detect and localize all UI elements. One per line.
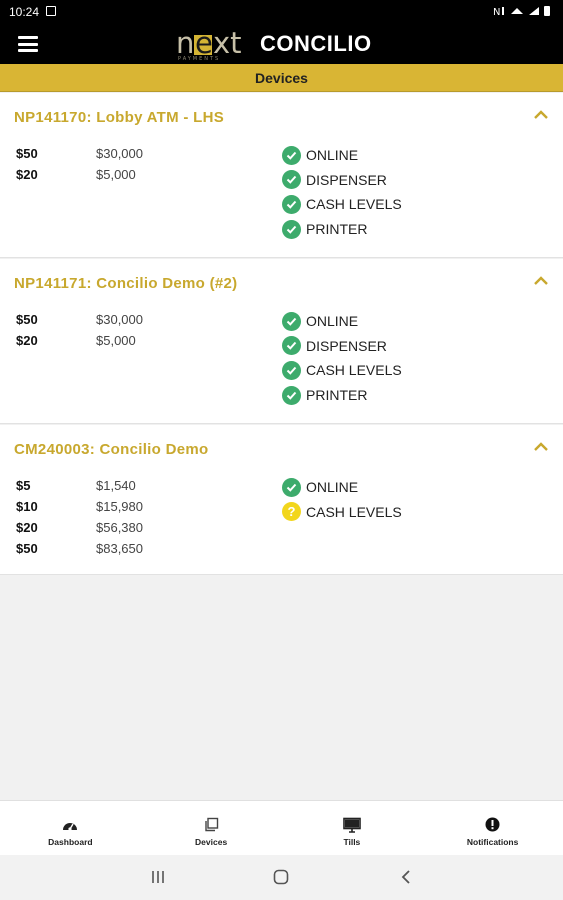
bottom-navigation: Dashboard Devices Tills Notifications <box>0 800 563 855</box>
denomination-row: $20 $5,000 <box>16 333 143 354</box>
nav-tills[interactable]: Tills <box>282 801 423 855</box>
next-logo-icon: n e xt PAYMENTS <box>176 27 242 61</box>
denomination: $20 <box>16 167 38 182</box>
status-row: ONLINE <box>282 309 402 334</box>
status-row: ONLINE <box>282 475 402 500</box>
denomination-row: $5 $1,540 <box>16 478 143 499</box>
status-list: ONLINE DISPENSER CASH LEVELS PRINTER <box>282 143 402 241</box>
amount: $30,000 <box>96 312 143 327</box>
nav-notifications[interactable]: Notifications <box>422 801 563 855</box>
status-label: ONLINE <box>306 479 359 496</box>
device-title: NP141171: Concilio Demo (#2) <box>14 275 238 292</box>
status-row: ? CASH LEVELS <box>282 500 402 525</box>
image-notification-icon <box>46 6 56 16</box>
status-row: CASH LEVELS <box>282 192 402 217</box>
check-circle-icon <box>282 477 301 497</box>
status-label: PRINTER <box>306 387 368 404</box>
page-title: Devices <box>0 64 563 92</box>
home-button[interactable] <box>273 869 289 890</box>
status-row: PRINTER <box>282 383 402 408</box>
app-logo: n e xt PAYMENTS CONCILIO <box>176 26 372 62</box>
amount: $30,000 <box>96 146 143 161</box>
denomination-row: $50 $30,000 <box>16 312 143 333</box>
signal-wifi-battery-icon: N <box>493 6 550 18</box>
amount: $15,980 <box>96 499 143 514</box>
nav-dashboard[interactable]: Dashboard <box>0 801 141 855</box>
system-status-bar: 10:24 N <box>0 0 563 24</box>
check-circle-icon <box>282 219 301 239</box>
amount: $5,000 <box>96 167 136 182</box>
denomination: $5 <box>16 478 31 493</box>
monitor-icon <box>343 816 361 833</box>
nav-devices[interactable]: Devices <box>141 801 282 855</box>
status-label: CASH LEVELS <box>306 503 402 520</box>
status-list: ONLINE ? CASH LEVELS <box>282 475 402 524</box>
check-circle-icon <box>282 311 301 331</box>
nav-label: Devices <box>195 837 228 847</box>
status-label: DISPENSER <box>306 337 387 354</box>
recent-apps-button[interactable] <box>150 869 166 890</box>
amount: $56,380 <box>96 520 143 535</box>
nav-label: Notifications <box>466 837 519 847</box>
denominations-list: $50 $30,000 $20 $5,000 <box>16 312 143 354</box>
denomination-row: $20 $5,000 <box>16 167 143 188</box>
denomination: $20 <box>16 520 38 535</box>
clock: 10:24 <box>9 5 40 19</box>
status-label: PRINTER <box>306 221 368 238</box>
denominations-list: $5 $1,540 $10 $15,980 $20 $56,380 $50 $83,65… <box>16 478 143 562</box>
status-row: CASH LEVELS <box>282 358 402 383</box>
system-navigation-bar <box>0 855 563 900</box>
collapse-chevron-icon[interactable] <box>533 273 549 289</box>
status-label: CASH LEVELS <box>306 196 402 213</box>
hamburger-menu-button[interactable] <box>18 36 38 52</box>
collapse-chevron-icon[interactable] <box>533 107 549 123</box>
denomination-row: $50 $30,000 <box>16 146 143 167</box>
nav-label: Dashboard <box>48 837 93 847</box>
alert-icon <box>485 816 500 833</box>
denomination: $50 <box>16 312 38 327</box>
check-circle-icon <box>282 145 301 165</box>
denomination-row: $20 $56,380 <box>16 520 143 541</box>
denomination-row: $50 $83,650 <box>16 541 143 562</box>
status-label: DISPENSER <box>306 171 387 188</box>
status-label: ONLINE <box>306 147 359 164</box>
app-bar: n e xt PAYMENTS CONCILIO <box>0 24 563 64</box>
status-label: CASH LEVELS <box>306 362 402 379</box>
device-card[interactable]: CM240003: Concilio Demo $5 $1,540 $10 $15,… <box>0 425 563 575</box>
check-circle-icon <box>282 336 301 356</box>
device-title: NP141170: Lobby ATM - LHS <box>14 109 225 126</box>
denomination: $10 <box>16 499 38 514</box>
svg-text:PAYMENTS: PAYMENTS <box>178 56 220 61</box>
status-row: PRINTER <box>282 217 402 242</box>
status-icons: N <box>493 5 553 20</box>
dashboard-icon <box>62 816 78 833</box>
back-button[interactable] <box>398 869 414 890</box>
check-circle-icon <box>282 360 301 380</box>
devices-icon <box>203 816 219 833</box>
amount: $5,000 <box>96 333 136 348</box>
denomination: $50 <box>16 541 38 556</box>
status-row: ONLINE <box>282 143 402 168</box>
check-circle-icon <box>282 170 301 190</box>
device-card[interactable]: NP141170: Lobby ATM - LHS $50 $30,000 $20… <box>0 93 563 258</box>
status-label: ONLINE <box>306 313 359 330</box>
denomination: $20 <box>16 333 38 348</box>
brand-name: CONCILIO <box>260 31 372 56</box>
amount: $1,540 <box>96 478 136 493</box>
denominations-list: $50 $30,000 $20 $5,000 <box>16 146 143 188</box>
check-circle-icon <box>282 194 301 214</box>
collapse-chevron-icon[interactable] <box>533 439 549 455</box>
nav-label: Tills <box>343 837 361 847</box>
question-circle-icon: ? <box>282 502 301 522</box>
check-circle-icon <box>282 385 301 405</box>
amount: $83,650 <box>96 541 143 556</box>
device-title: CM240003: Concilio Demo <box>14 441 209 458</box>
denomination-row: $10 $15,980 <box>16 499 143 520</box>
status-list: ONLINE DISPENSER CASH LEVELS PRINTER <box>282 309 402 407</box>
status-row: DISPENSER <box>282 168 402 193</box>
denomination: $50 <box>16 146 38 161</box>
device-card[interactable]: NP141171: Concilio Demo (#2) $50 $30,000 … <box>0 259 563 424</box>
svg-text:N: N <box>493 7 502 17</box>
status-row: DISPENSER <box>282 334 402 359</box>
